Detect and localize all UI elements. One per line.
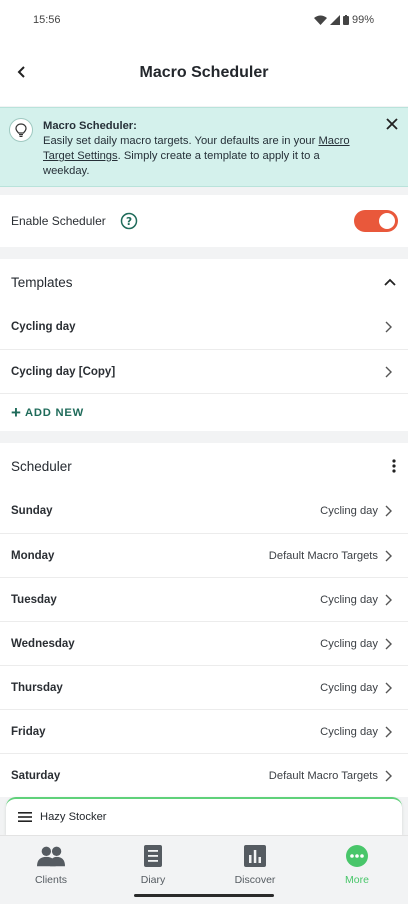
back-arrow-icon <box>17 66 25 78</box>
clients-icon <box>37 844 65 868</box>
nav-label: Clients <box>34 874 68 886</box>
schedule-day-row[interactable]: Sunday Cycling day <box>0 489 408 533</box>
schedule-day-row[interactable]: Tuesday Cycling day <box>0 577 408 621</box>
signal-icon <box>329 15 340 25</box>
template-item[interactable]: Cycling day [Copy] <box>0 349 408 393</box>
day-template-value: Default Macro Targets <box>268 769 378 782</box>
banner-body-start: Easily set daily macro targets. Your def… <box>43 135 319 147</box>
day-template-value: Cycling day <box>320 725 378 738</box>
chevron-right-icon <box>385 594 392 605</box>
battery-level: 99% <box>351 14 374 26</box>
day-label: Sunday <box>11 505 53 517</box>
banner-text: Macro Scheduler: Easily set daily macro … <box>43 119 368 179</box>
day-template-value: Cycling day <box>320 505 378 517</box>
page-title: Macro Scheduler <box>139 64 269 81</box>
home-indicator <box>134 894 274 897</box>
day-template-value: Cycling day <box>320 637 378 650</box>
chevron-right-icon <box>385 682 392 693</box>
templates-section: Templates Cycling day Cycling day [Copy]… <box>0 259 408 431</box>
wifi-icon <box>313 15 327 25</box>
schedule-day-row[interactable]: Thursday Cycling day <box>0 665 408 709</box>
schedule-day-row[interactable]: Saturday Default Macro Targets <box>0 753 408 797</box>
chevron-right-icon <box>385 505 392 517</box>
day-label: Wednesday <box>11 637 75 650</box>
nav-more[interactable]: More <box>306 836 408 904</box>
chevron-right-icon <box>385 321 392 333</box>
day-template-value: Cycling day <box>320 681 378 694</box>
status-icons: 99% <box>313 14 374 26</box>
templates-header[interactable]: Templates <box>0 259 408 305</box>
nav-label: Discover <box>234 874 276 886</box>
chevron-right-icon <box>385 550 392 561</box>
schedule-day-row[interactable]: Wednesday Cycling day <box>0 621 408 665</box>
more-vert-icon[interactable] <box>392 459 396 473</box>
day-template-value: Cycling day <box>320 593 378 606</box>
status-time: 15:56 <box>33 14 61 26</box>
day-label: Thursday <box>11 681 63 694</box>
close-banner-button[interactable] <box>384 116 400 132</box>
add-new-label: ADD NEW <box>24 406 84 419</box>
help-icon[interactable]: ? <box>120 212 138 230</box>
enable-scheduler-row: Enable Scheduler ? <box>0 195 408 247</box>
client-selector-bar[interactable]: Hazy Stocker <box>6 797 402 835</box>
day-label: Tuesday <box>11 593 57 606</box>
template-label: Cycling day [Copy] <box>11 365 116 378</box>
plus-icon: + <box>11 402 21 422</box>
discover-icon <box>241 844 269 868</box>
schedule-day-row[interactable]: Monday Default Macro Targets <box>0 533 408 577</box>
client-name: Hazy Stocker <box>40 811 107 823</box>
chevron-right-icon <box>385 366 392 377</box>
battery-icon <box>342 15 349 25</box>
enable-scheduler-label: Enable Scheduler <box>11 214 106 228</box>
chevron-right-icon <box>385 638 392 649</box>
more-icon <box>343 844 371 868</box>
schedule-day-row[interactable]: Friday Cycling day <box>0 709 408 753</box>
day-template-value: Default Macro Targets <box>268 549 378 562</box>
day-label: Saturday <box>11 769 61 782</box>
app-bar: Macro Scheduler <box>0 40 408 106</box>
day-label: Friday <box>11 725 46 738</box>
template-label: Cycling day <box>11 321 76 333</box>
nav-label: Diary <box>140 874 166 886</box>
chevron-right-icon <box>385 726 392 737</box>
close-icon <box>386 118 398 130</box>
back-button[interactable] <box>10 61 32 83</box>
chevron-up-icon[interactable] <box>384 278 396 286</box>
banner-title: Macro Scheduler: <box>43 120 137 132</box>
template-item[interactable]: Cycling day <box>0 305 408 349</box>
menu-icon <box>18 812 32 822</box>
diary-icon <box>139 844 167 868</box>
chevron-right-icon <box>385 770 392 781</box>
day-label: Monday <box>11 549 55 562</box>
scheduler-section: Scheduler Sunday Cycling day Monday Defa… <box>0 443 408 797</box>
nav-clients[interactable]: Clients <box>0 836 102 904</box>
lightbulb-icon <box>9 118 33 142</box>
enable-scheduler-toggle[interactable] <box>354 210 398 232</box>
svg-text:?: ? <box>126 216 132 228</box>
add-new-template-button[interactable]: + ADD NEW <box>0 393 408 431</box>
templates-title: Templates <box>11 274 73 290</box>
scheduler-title: Scheduler <box>11 458 72 474</box>
info-banner: Macro Scheduler: Easily set daily macro … <box>0 107 408 187</box>
toggle-knob <box>379 213 395 229</box>
scheduler-header: Scheduler <box>0 443 408 489</box>
status-bar: 15:56 99% <box>0 0 408 40</box>
nav-label: More <box>345 874 369 886</box>
